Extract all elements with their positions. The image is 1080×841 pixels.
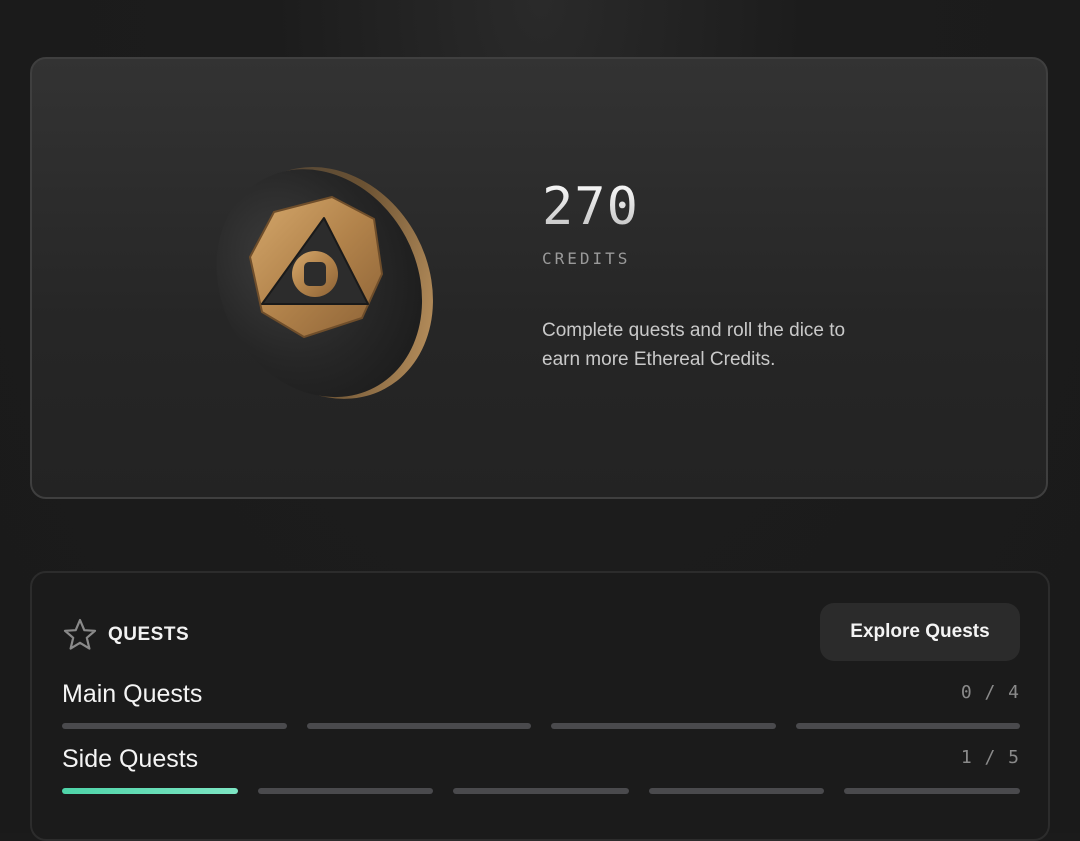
progress-segment bbox=[551, 723, 776, 729]
quests-card: QUESTS Explore Quests Main Quests 0 / 4 … bbox=[30, 571, 1050, 841]
progress-segment bbox=[306, 723, 531, 729]
progress-segment bbox=[62, 723, 287, 729]
side-quests-progress bbox=[62, 788, 1020, 794]
progress-segment bbox=[453, 788, 629, 794]
credits-description: Complete quests and roll the dice to ear… bbox=[542, 320, 846, 370]
credits-card: 270 CREDITS Complete quests and roll the… bbox=[30, 57, 1048, 499]
main-quests-count: 0 / 4 bbox=[960, 682, 1020, 703]
main-quests-label: Main Quests bbox=[62, 680, 203, 708]
side-quests-count: 1 / 5 bbox=[960, 747, 1020, 768]
side-quests-row: Side Quests 1 / 5 bbox=[62, 744, 1020, 794]
explore-quests-button[interactable]: Explore Quests bbox=[820, 603, 1020, 661]
quests-header: QUESTS bbox=[62, 617, 189, 653]
progress-segment bbox=[648, 788, 825, 794]
progress-segment bbox=[257, 788, 434, 794]
main-quests-progress bbox=[62, 723, 1020, 729]
credits-info: 270 CREDITS Complete quests and roll the… bbox=[542, 177, 882, 374]
progress-segment bbox=[795, 723, 1020, 729]
star-icon bbox=[63, 618, 97, 650]
progress-segment bbox=[844, 788, 1020, 794]
progress-segment bbox=[62, 788, 238, 794]
credits-coin-icon bbox=[192, 154, 452, 414]
credits-label: CREDITS bbox=[542, 249, 631, 268]
main-quests-row: Main Quests 0 / 4 bbox=[62, 679, 1020, 729]
quests-title: QUESTS bbox=[108, 624, 190, 645]
credits-amount: 270 bbox=[542, 177, 882, 237]
side-quests-label: Side Quests bbox=[62, 745, 199, 773]
